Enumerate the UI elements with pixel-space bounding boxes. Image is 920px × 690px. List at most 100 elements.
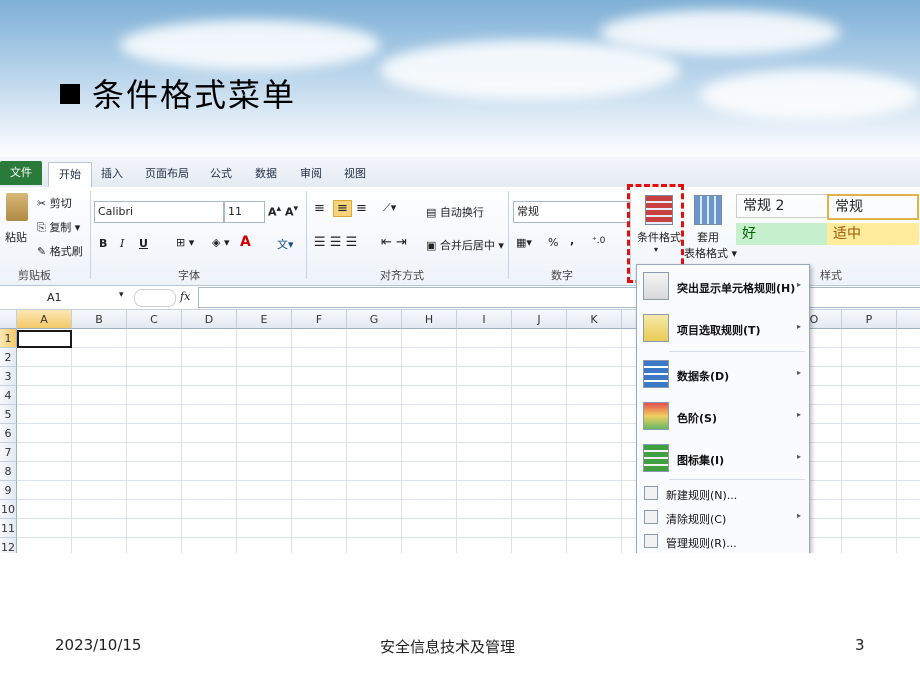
grow-font-icon[interactable]: A▴ A▾ [268,203,298,219]
column-header[interactable]: E [237,310,292,329]
indent-icon[interactable]: ⇤ ⇥ [381,235,407,250]
new-rule-icon [644,486,658,500]
formula-bar-splitter[interactable] [134,289,176,307]
align-bottom-icon[interactable]: ≡ [356,201,367,216]
ribbon-tabs: 文件 开始 插入 页面布局 公式 数据 审阅 视图 [0,157,920,188]
tab-insert[interactable]: 插入 [91,162,133,186]
number-format-select[interactable]: 常规 [513,201,630,223]
column-header[interactable]: P [842,310,897,329]
cloud [120,20,380,70]
tab-data[interactable]: 数据 [245,162,287,186]
tab-review[interactable]: 审阅 [290,162,332,186]
table-format-button[interactable]: 表格格式 ▾ [684,245,737,261]
column-header[interactable]: J [512,310,567,329]
underline-button[interactable]: U [139,237,148,250]
row-header[interactable]: 7 [0,443,17,462]
data-bars-icon [643,360,669,388]
name-box-dropdown-icon[interactable]: ▾ [119,290,124,300]
row-header[interactable]: 2 [0,348,17,367]
formula-input[interactable] [198,287,920,308]
divider [90,191,91,279]
row-header[interactable]: 9 [0,481,17,500]
row-header[interactable]: 11 [0,519,17,538]
tab-formulas[interactable]: 公式 [200,162,242,186]
column-header[interactable]: C [127,310,182,329]
tab-view[interactable]: 视图 [334,162,376,186]
submenu-arrow-icon: ▸ [796,410,801,419]
comma-button[interactable]: , [570,234,574,247]
row-header[interactable]: 8 [0,462,17,481]
menu-item-label: 数据条(D) [677,370,730,383]
row-header[interactable]: 4 [0,386,17,405]
format-painter-label: 格式刷 [49,245,83,258]
table-format-label-1[interactable]: 套用 [697,229,719,245]
column-header[interactable]: A [17,310,72,329]
selected-cell-a1[interactable] [17,330,72,348]
tab-page-layout[interactable]: 页面布局 [135,162,199,186]
column-header[interactable]: H [402,310,457,329]
increase-decimal-icon[interactable]: ⁺.0 [592,236,605,246]
orientation-icon[interactable]: ⟋▾ [383,201,396,215]
grid-column-line [126,329,127,553]
borders-icon[interactable]: ⊞ ▾ [176,236,194,249]
tab-file[interactable]: 文件 [0,161,42,185]
wrap-text-button[interactable]: ▤ 自动换行 [426,204,484,220]
submenu-arrow-icon: ▸ [796,452,801,461]
bold-button[interactable]: B [99,237,107,250]
merge-center-button[interactable]: ▣ 合并后居中 ▾ [426,237,504,253]
font-color-icon[interactable]: A [240,234,251,250]
cut-button[interactable]: ✂ 剪切 [37,195,72,211]
highlight-rules-icon [643,272,669,300]
menu-item-label: 项目选取规则(T) [677,324,761,337]
copy-button[interactable]: ⎘ 复制 ▾ [37,219,80,235]
column-header[interactable]: Q [897,310,920,329]
table-format-label-2: 表格格式 [684,247,728,260]
menu-item-label: 图标集(I) [677,454,725,467]
row-header[interactable]: 6 [0,424,17,443]
menu-item-label: 突出显示单元格规则(H) [677,282,796,295]
style-neutral[interactable]: 适中 [827,223,919,245]
percent-button[interactable]: % [548,236,558,249]
cloud [700,70,920,120]
italic-button[interactable]: I [120,237,124,250]
format-painter-button[interactable]: ✎ 格式刷 [37,243,83,259]
clear-rules-icon [644,510,658,524]
accounting-icon[interactable]: ▦▾ [516,236,532,249]
row-header[interactable]: 12 [0,538,17,553]
align-left-icon[interactable]: ☰ ☰ ☰ [314,235,357,250]
name-box[interactable]: A1 [47,291,62,304]
manage-rules-icon [644,534,658,548]
fill-color-icon[interactable]: ◈ ▾ [212,236,229,249]
insert-function-button[interactable]: fx [180,290,190,303]
column-header[interactable]: G [347,310,402,329]
font-size-select[interactable]: 11 [224,201,265,223]
column-header[interactable]: F [292,310,347,329]
grid-column-line [621,329,622,553]
align-middle-icon[interactable]: ≡ [333,200,352,217]
select-all-corner[interactable] [0,310,17,329]
column-header[interactable]: I [457,310,512,329]
tab-home[interactable]: 开始 [48,162,92,187]
row-header[interactable]: 1 [0,329,17,348]
merge-label: 合并后居中 [439,239,495,252]
grid-column-line [181,329,182,553]
column-header[interactable]: D [182,310,237,329]
row-header[interactable]: 10 [0,500,17,519]
table-format-icon[interactable] [694,195,722,225]
paste-button[interactable]: 粘贴 [5,229,27,245]
font-name-select[interactable]: Calibri [94,201,224,223]
slide-title: 条件格式菜单 [60,70,296,116]
phonetic-icon[interactable]: 文▾ [277,236,294,252]
row-header[interactable]: 5 [0,405,17,424]
alignment-group-label: 对齐方式 [380,269,424,282]
brush-icon: ✎ [37,245,47,258]
row-header[interactable]: 3 [0,367,17,386]
paste-icon[interactable] [6,193,28,221]
style-normal[interactable]: 常规 [827,194,919,220]
align-top-icon[interactable]: ≡ [314,201,325,216]
style-normal-2[interactable]: 常规 2 [736,194,828,218]
grid-column-line [511,329,512,553]
column-header[interactable]: K [567,310,622,329]
column-header[interactable]: B [72,310,127,329]
style-good[interactable]: 好 [736,223,828,245]
